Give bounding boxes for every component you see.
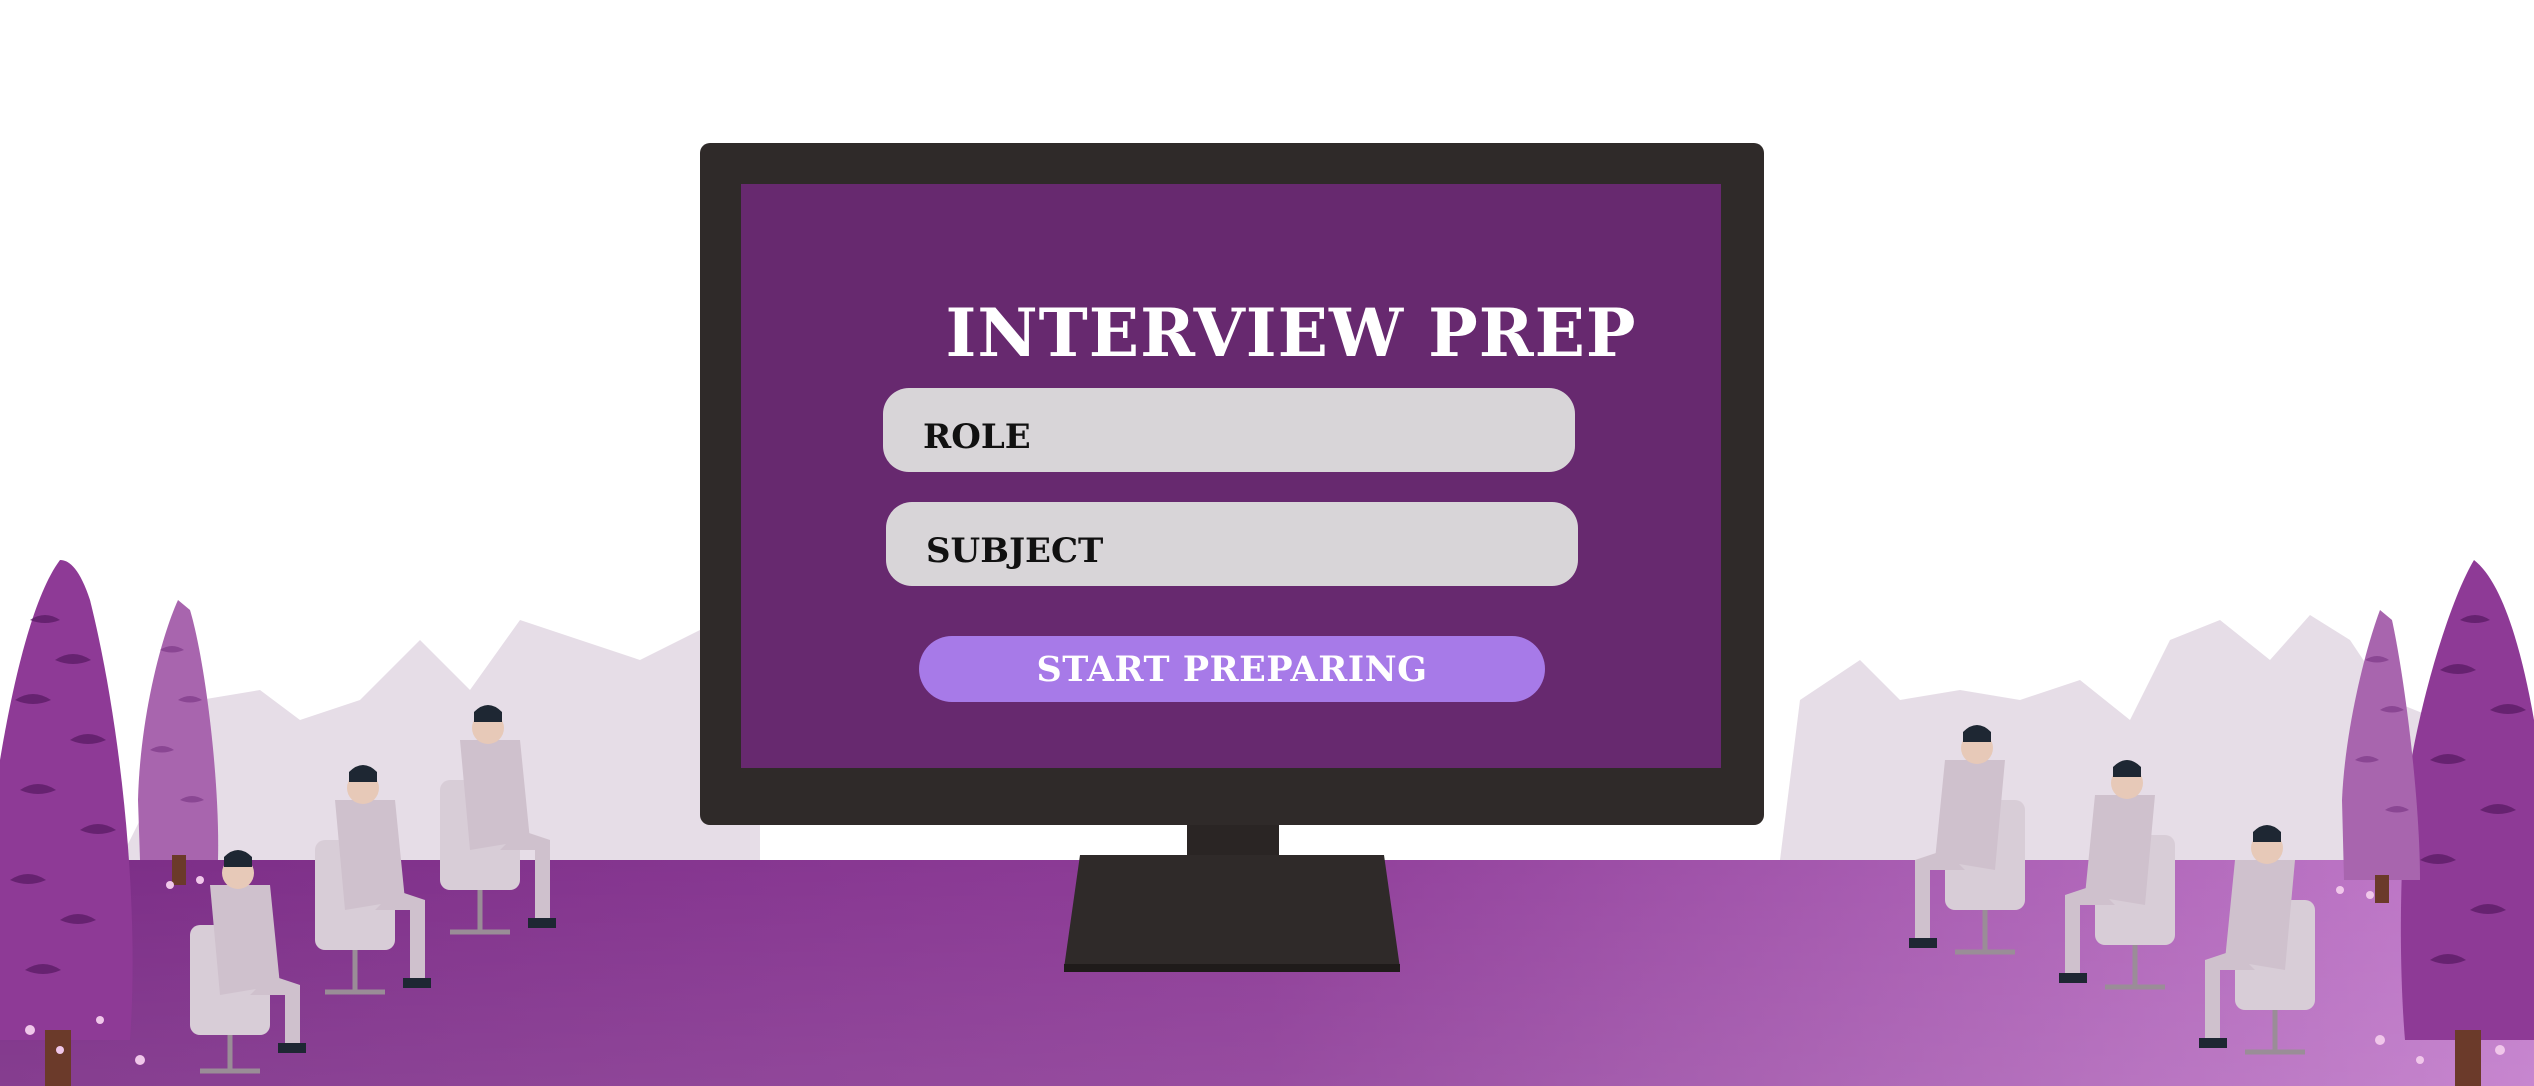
tree-left-small	[138, 600, 219, 885]
start-preparing-button[interactable]: START PREPARING	[919, 636, 1545, 702]
subject-input[interactable]	[886, 502, 1578, 586]
tree-left-tall	[0, 560, 133, 1086]
role-input[interactable]	[883, 388, 1575, 472]
tree-right-tall	[2400, 560, 2534, 1086]
monitor-screen: INTERVIEW PREP START PREPARING	[741, 184, 1721, 768]
page-title: INTERVIEW PREP	[945, 294, 1637, 372]
